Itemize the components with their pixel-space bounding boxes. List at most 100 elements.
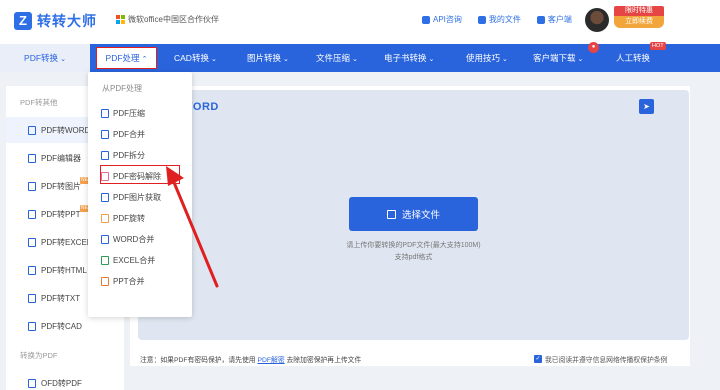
upload-hint: 请上传你要转换的PDF文件(最大支持100M) (346, 242, 481, 249)
nav-compress[interactable]: 文件压缩 ⌄ (316, 44, 358, 72)
top-links: API咨询 我的文件 客户端 (422, 14, 588, 25)
sidebar-item-label: PDF转EXCEL (41, 237, 92, 247)
cad-file-icon (28, 321, 36, 331)
ppt-file-icon (28, 209, 36, 219)
main-panel: WORD ➤ 选择文件 请上传你要转换的PDF文件(最大支持100M) 支持pd… (130, 86, 690, 366)
my-files-link[interactable]: 我的文件 (477, 14, 521, 25)
chevron-down-icon: ⌄ (502, 56, 508, 63)
chevron-down-icon: ⌄ (60, 56, 66, 63)
nav-pdf-convert[interactable]: PDF转换 ⌄ (0, 44, 90, 72)
format-hint: 支持pdf格式 (394, 254, 433, 261)
menu-item-pdf-merge[interactable]: PDF合并 (101, 127, 145, 141)
nav-tips-label: 使用技巧 (466, 53, 501, 63)
nav-cad-convert[interactable]: CAD转换 ⌄ (174, 44, 217, 72)
txt-file-icon (28, 293, 36, 303)
compress-icon (101, 108, 109, 118)
checkbox-checked-icon[interactable]: ✓ (534, 355, 542, 363)
menu-item-pdf-rotate[interactable]: PDF旋转 (101, 211, 145, 225)
footer-note-prefix: 注意：如果PDF有密码保护，请先使用 (140, 357, 256, 364)
nav-tips[interactable]: 使用技巧 ⌄ (466, 44, 508, 72)
client-link-label: 客户端 (547, 15, 572, 24)
avatar[interactable] (585, 8, 609, 32)
sidebar-item-label: PDF转图片 (41, 181, 81, 191)
folder-icon (477, 15, 486, 24)
nav-manual-convert[interactable]: 人工转换 HOT (616, 42, 666, 72)
pdf-decrypt-link[interactable]: PDF解密 (257, 357, 284, 364)
menu-item-word-merge[interactable]: WORD合并 (101, 232, 154, 246)
menu-item-label: PDF压缩 (113, 108, 145, 118)
menu-item-label: WORD合并 (113, 234, 155, 244)
nav-ebook[interactable]: 电子书转换 ⌄ (384, 44, 434, 72)
sidebar-item-label: OFD转PDF (41, 378, 82, 388)
merge-icon (101, 129, 109, 139)
highlight-box (100, 165, 180, 184)
nav-client-download[interactable]: 客户端下载 ⌄ ● (533, 42, 599, 72)
chevron-down-icon: ⌄ (210, 56, 217, 63)
sidebar-section-title: 转换为PDF (20, 351, 58, 360)
footer-note: 注意：如果PDF有密码保护，请先使用 PDF解密 去除加密保护再上传文件 (140, 354, 361, 364)
menu-item-pdf-image-extract[interactable]: PDF图片获取 (101, 190, 161, 204)
menu-item-pdf-split[interactable]: PDF拆分 (101, 148, 145, 162)
logo[interactable]: Z 转转大师 (14, 11, 97, 31)
upload-area[interactable]: WORD ➤ 选择文件 请上传你要转换的PDF文件(最大支持100M) 支持pd… (138, 90, 689, 340)
api-link[interactable]: API咨询 (422, 14, 462, 25)
monitor-icon (28, 153, 36, 163)
select-file-button[interactable]: 选择文件 (349, 197, 478, 231)
file-icon (28, 125, 36, 135)
microsoft-icon (116, 15, 125, 24)
nav-pdf-process-label: PDF处理 (105, 53, 140, 63)
sidebar-item-ofd-to-pdf[interactable]: OFD转PDF (6, 370, 124, 390)
rotate-icon (101, 213, 109, 223)
nav-cad-label: CAD转换 (174, 53, 209, 63)
hot-badge: HOT (650, 42, 666, 50)
pdf-process-dropdown: 从PDF处理 PDF压缩 PDF合并 PDF拆分 PDF密码解除 PDF图片获取… (88, 72, 192, 317)
footer-note-suffix: 去除加密保护再上传文件 (286, 357, 362, 364)
ppt-icon (101, 276, 109, 286)
sidebar-item-label: PDF转WORD (41, 125, 91, 135)
split-icon (101, 150, 109, 160)
excel-icon (101, 255, 109, 265)
menu-item-pdf-compress[interactable]: PDF压缩 (101, 106, 145, 120)
renew-button[interactable]: 立即续费 (614, 16, 664, 28)
word-icon (101, 234, 109, 244)
menu-item-label: PPT合并 (113, 276, 145, 286)
html-file-icon (28, 265, 36, 275)
download-icon (536, 15, 545, 24)
main-nav: PDF转换 ⌄ PDF处理 ⌃ CAD转换 ⌄ 图片转换 ⌄ 文件压缩 ⌄ 电子书转换 ⌄ … (0, 42, 720, 72)
nav-image-convert[interactable]: 图片转换 ⌄ (247, 44, 289, 72)
partner-badge: 微软office中国区合作伙伴 (116, 14, 219, 25)
agreement[interactable]: ✓ 我已阅读并遵守信息网络传播权保护条例 (534, 354, 667, 364)
menu-item-label: PDF拆分 (113, 150, 145, 160)
client-link[interactable]: 客户端 (536, 14, 572, 25)
renew-promo[interactable]: 限时特惠 立即续费 (614, 6, 664, 28)
menu-item-ppt-merge[interactable]: PPT合并 (101, 274, 145, 288)
page: Z 转转大师 微软office中国区合作伙伴 API咨询 我的文件 客户端 限时… (0, 0, 720, 390)
menu-item-label: EXCEL合并 (113, 255, 156, 265)
nav-pdf-process[interactable]: PDF处理 ⌃ (96, 47, 157, 69)
pointer-icon[interactable]: ➤ (639, 99, 654, 114)
image-icon (101, 192, 109, 202)
chevron-down-icon: ⌄ (428, 56, 435, 63)
fire-icon: ● (588, 42, 599, 53)
chevron-down-icon: ⌄ (283, 56, 289, 63)
nav-client-label: 客户端下载 (533, 53, 576, 63)
menu-item-label: PDF图片获取 (113, 192, 161, 202)
nav-compress-label: 文件压缩 (316, 53, 351, 63)
menu-item-excel-merge[interactable]: EXCEL合并 (101, 253, 155, 267)
sidebar-section-title: PDF转其他 (20, 98, 58, 107)
nav-manual-label: 人工转换 (616, 53, 651, 63)
promo-label: 限时特惠 (614, 6, 664, 16)
sidebar-item-label: PDF转TXT (41, 293, 81, 303)
top-header: Z 转转大师 微软office中国区合作伙伴 API咨询 我的文件 客户端 限时… (0, 0, 720, 44)
sidebar-item-label: PDF转PPT (41, 209, 81, 219)
chevron-down-icon: ⌄ (577, 56, 584, 63)
nav-image-label: 图片转换 (247, 53, 282, 63)
agreement-label: 我已阅读并遵守信息网络传播权保护条例 (545, 357, 668, 364)
menu-item-label: PDF旋转 (113, 213, 145, 223)
sidebar-item-label: PDF编辑器 (41, 153, 81, 163)
nav-pdf-convert-label: PDF转换 (24, 53, 59, 63)
nav-ebook-label: 电子书转换 (384, 53, 427, 63)
logo-icon: Z (14, 12, 32, 30)
logo-text: 转转大师 (37, 13, 97, 29)
api-link-label: API咨询 (433, 15, 462, 24)
